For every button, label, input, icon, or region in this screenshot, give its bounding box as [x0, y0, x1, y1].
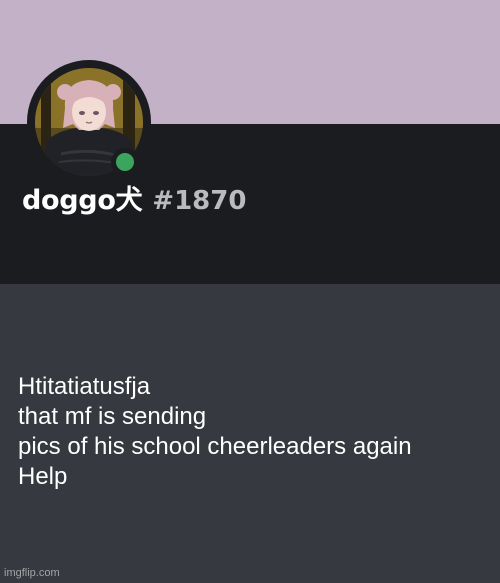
message-text: Htitatiatusfja that mf is sending pics o…	[18, 372, 488, 492]
user-discriminator: #1870	[152, 186, 247, 216]
watermark: imgflip.com	[4, 567, 60, 579]
online-status-dot	[116, 153, 134, 171]
username: doggo犬	[22, 185, 143, 216]
user-name-line: doggo犬 #1870	[22, 176, 246, 229]
message-line: Help	[18, 463, 68, 490]
message-line: pics of his school cheerleaders again	[18, 433, 412, 460]
message-line: Htitatiatusfja	[18, 373, 151, 400]
message-line: that mf is sending	[18, 403, 207, 430]
online-status-indicator	[111, 148, 139, 176]
avatar-ring	[27, 60, 151, 184]
